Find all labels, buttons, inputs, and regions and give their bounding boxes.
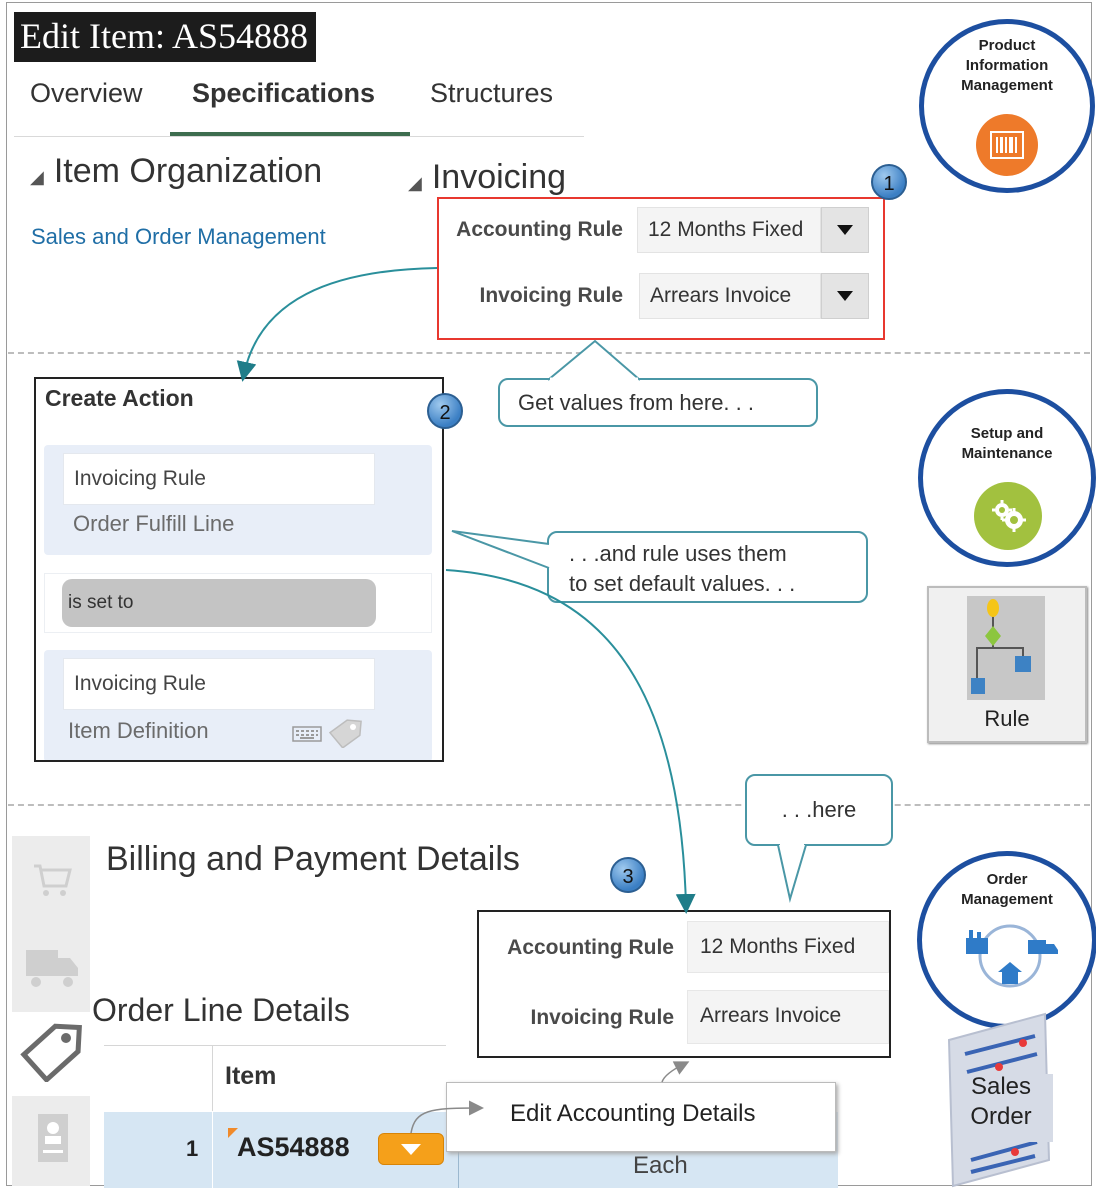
collapse-triangle-icon[interactable]: ◢ <box>30 167 44 187</box>
app-name-line: Product <box>978 37 1036 54</box>
app-name-line: Management <box>961 891 1053 908</box>
accounting-rule-label: Accounting Rule <box>507 936 674 959</box>
item-organization-header[interactable]: ◢ Item Organization <box>30 152 322 191</box>
sales-order-app-tile: Sales Order <box>945 1010 1057 1188</box>
supply-chain-icon <box>958 920 1062 1005</box>
order-line-details-title: Order Line Details <box>92 992 350 1028</box>
chevron-down-icon[interactable] <box>821 207 869 253</box>
row-uom: Each <box>633 1152 688 1179</box>
collapse-triangle-icon[interactable]: ◢ <box>408 173 422 193</box>
cart-tab[interactable] <box>12 836 90 932</box>
action-target-card: Invoicing Rule Order Fulfill Line <box>44 445 432 555</box>
keyboard-icon[interactable] <box>292 724 322 749</box>
row-actions-menu-button[interactable] <box>378 1133 444 1165</box>
step-badge-2: 2 <box>427 393 463 429</box>
section-divider <box>8 352 1090 354</box>
order-lines-table-header: Item <box>104 1045 446 1111</box>
create-action-title: Create Action <box>45 385 194 411</box>
app-name-line: Order <box>970 1103 1032 1130</box>
chevron-down-icon[interactable] <box>821 273 869 319</box>
product-information-management-app: Product Information Management <box>920 20 1094 192</box>
invoicing-header[interactable]: ◢ Invoicing <box>408 158 566 197</box>
truck-icon <box>24 944 80 997</box>
column-divider <box>212 1112 213 1188</box>
pricing-tab[interactable] <box>12 1012 90 1096</box>
contacts-tab[interactable] <box>12 1096 90 1186</box>
price-tag-icon <box>20 1022 82 1087</box>
app-name-line: Order <box>986 871 1028 888</box>
column-header-item[interactable]: Item <box>225 1062 276 1091</box>
action-source-object: Item Definition <box>68 718 209 743</box>
section-divider <box>8 804 1090 806</box>
app-name-line: Setup and <box>970 425 1044 442</box>
rule-label: Rule <box>984 706 1030 731</box>
cart-icon <box>32 860 72 905</box>
invoicing-rule-label: Invoicing Rule <box>530 1006 674 1029</box>
app-name-line: Management <box>961 77 1053 94</box>
step-badge-1: 1 <box>871 164 907 200</box>
gears-icon <box>974 482 1042 550</box>
action-source-card: Invoicing Rule Item Definition <box>44 650 432 760</box>
app-name-line: Information <box>965 57 1049 74</box>
column-divider <box>212 1046 213 1111</box>
page-title: Edit Item: AS54888 <box>14 12 316 62</box>
callout-line: to set default values. . . <box>569 571 796 596</box>
operator-row: is set to <box>44 573 432 633</box>
callout-get-values: Get values from here. . . <box>498 378 818 427</box>
sales-order-management-link[interactable]: Sales and Order Management <box>31 224 326 250</box>
invoicing-title: Invoicing <box>431 158 567 196</box>
invoicing-rule-label: Invoicing Rule <box>479 284 623 307</box>
step-badge-3: 3 <box>610 857 646 893</box>
row-item-number[interactable]: AS54888 <box>237 1132 350 1163</box>
action-target-object: Order Fulfill Line <box>73 511 235 536</box>
column-divider <box>458 1148 459 1188</box>
rule-app-tile: Rule <box>927 586 1087 743</box>
tab-divider <box>14 136 584 137</box>
tab-specifications[interactable]: Specifications <box>192 78 375 109</box>
tab-structures[interactable]: Structures <box>430 78 553 109</box>
menu-item-edit-accounting-details[interactable]: Edit Accounting Details <box>510 1100 755 1128</box>
invoicing-rule-select[interactable]: Arrears Invoice <box>639 273 821 319</box>
item-organization-title: Item Organization <box>53 152 323 190</box>
billing-section-title: Billing and Payment Details <box>106 840 520 878</box>
operator-pill[interactable]: is set to <box>62 579 376 627</box>
accounting-rule-select[interactable]: 12 Months Fixed <box>637 207 821 253</box>
row-number: 1 <box>186 1136 199 1161</box>
tag-icon[interactable] <box>328 718 362 753</box>
tab-overview[interactable]: Overview <box>30 78 143 109</box>
app-name-line: Sales <box>970 1073 1032 1100</box>
contact-card-icon <box>36 1112 70 1169</box>
accounting-rule-value[interactable]: 12 Months Fixed <box>687 921 889 973</box>
action-target-field[interactable]: Invoicing Rule <box>63 453 375 505</box>
invoicing-rule-value[interactable]: Arrears Invoice <box>687 990 889 1044</box>
app-name-line: Maintenance <box>961 445 1053 462</box>
action-source-field[interactable]: Invoicing Rule <box>63 658 375 710</box>
callout-here: . . .here <box>745 774 893 846</box>
callout-rule-uses: . . .and rule uses them to set default v… <box>547 531 868 603</box>
active-tab-indicator <box>170 132 410 136</box>
barcode-icon <box>976 114 1038 176</box>
shipping-tab[interactable] <box>12 932 90 1012</box>
accounting-rule-label: Accounting Rule <box>456 218 623 241</box>
create-action-panel: Create Action Invoicing Rule Order Fulfi… <box>34 377 444 762</box>
order-management-app: Order Management <box>918 852 1096 1028</box>
callout-line: . . .and rule uses them <box>569 541 787 566</box>
sales-order-label: Sales Order <box>945 1072 1057 1132</box>
setup-and-maintenance-app: Setup and Maintenance <box>919 390 1095 566</box>
rule-flowchart-icon <box>967 596 1045 700</box>
